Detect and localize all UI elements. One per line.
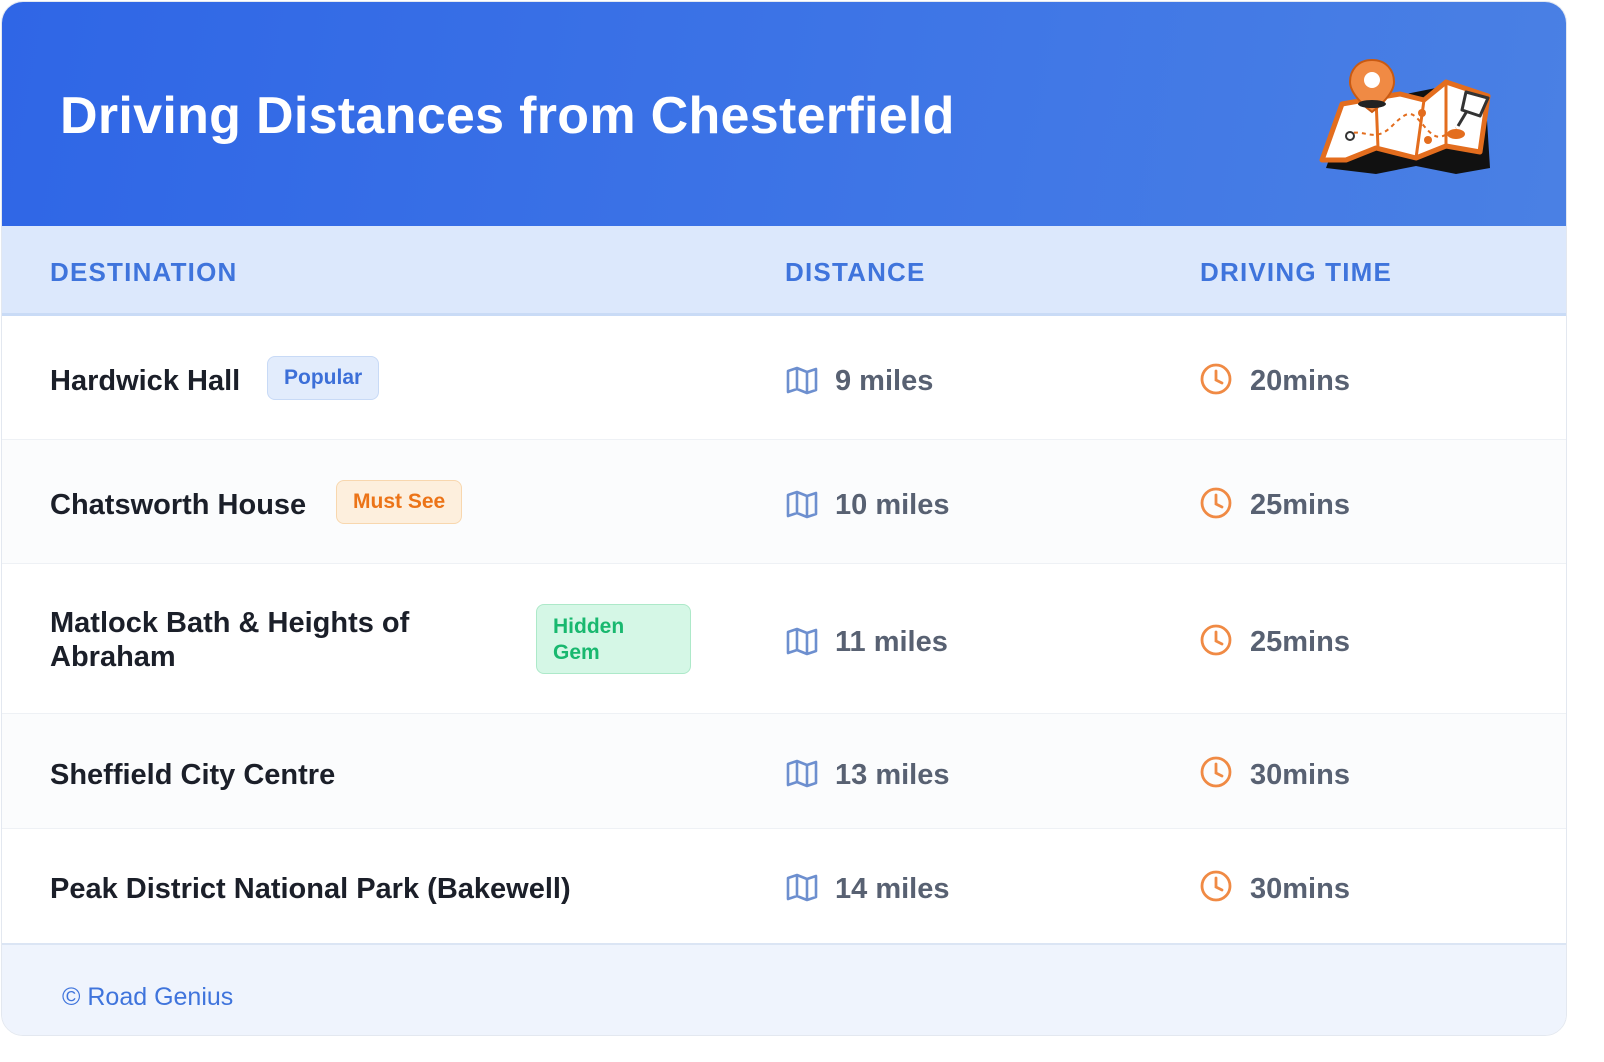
map-icon: [786, 627, 818, 656]
table-row: Sheffield City Centre 13 miles 30mins: [2, 714, 1566, 829]
distance-value: 9 miles: [835, 365, 934, 397]
table-row: Matlock Bath & Heights of Abraham Hidden…: [2, 564, 1566, 714]
destination-name: Chatsworth House: [50, 489, 307, 521]
clock-icon: [1200, 487, 1232, 519]
destination-name: Peak District National Park (Bakewell): [50, 873, 571, 905]
page-title: Driving Distances from Chesterfield: [60, 87, 955, 145]
table-row: Chatsworth House Must See 10 miles 25min…: [2, 440, 1566, 564]
table-header: DESTINATION DISTANCE DRIVING TIME: [2, 226, 1566, 316]
driving-time-value: 30mins: [1250, 759, 1350, 791]
header-banner: Driving Distances from Chesterfield: [2, 2, 1566, 226]
map-icon: [786, 490, 818, 519]
distance-value: 10 miles: [835, 489, 950, 521]
clock-icon: [1200, 870, 1232, 902]
driving-time-value: 20mins: [1250, 365, 1350, 397]
hidden-gem-badge: Hidden Gem: [536, 604, 691, 674]
map-icon: [786, 759, 818, 788]
driving-time-value: 30mins: [1250, 873, 1350, 905]
driving-time-value: 25mins: [1250, 626, 1350, 658]
map-with-pins-icon: [1319, 58, 1491, 174]
distance-table-card: Driving Distances from Chesterfield DEST…: [1, 1, 1567, 1036]
clock-icon: [1200, 363, 1232, 395]
clock-icon: [1200, 756, 1232, 788]
footer: © Road Genius: [2, 943, 1566, 1035]
column-header-destination: DESTINATION: [50, 257, 238, 287]
destination-name: Hardwick Hall: [50, 365, 241, 397]
clock-icon: [1200, 624, 1232, 656]
column-header-distance: DISTANCE: [785, 257, 926, 287]
map-icon: [786, 873, 818, 902]
footer-credit: © Road Genius: [62, 983, 234, 1011]
popular-badge: Popular: [267, 356, 380, 400]
driving-time-value: 25mins: [1250, 489, 1350, 521]
distance-value: 14 miles: [835, 873, 950, 905]
must-see-badge: Must See: [336, 480, 463, 524]
destination-name: Sheffield City Centre: [50, 759, 336, 791]
table-row: Peak District National Park (Bakewell) 1…: [2, 829, 1566, 943]
map-icon: [786, 366, 818, 395]
distance-value: 13 miles: [835, 759, 950, 791]
table-row: Hardwick Hall Popular 9 miles 20mins: [2, 316, 1566, 440]
column-header-driving-time: DRIVING TIME: [1200, 257, 1393, 287]
distance-value: 11 miles: [835, 626, 948, 658]
destination-name: Matlock Bath & Heights of Abraham: [50, 607, 410, 673]
